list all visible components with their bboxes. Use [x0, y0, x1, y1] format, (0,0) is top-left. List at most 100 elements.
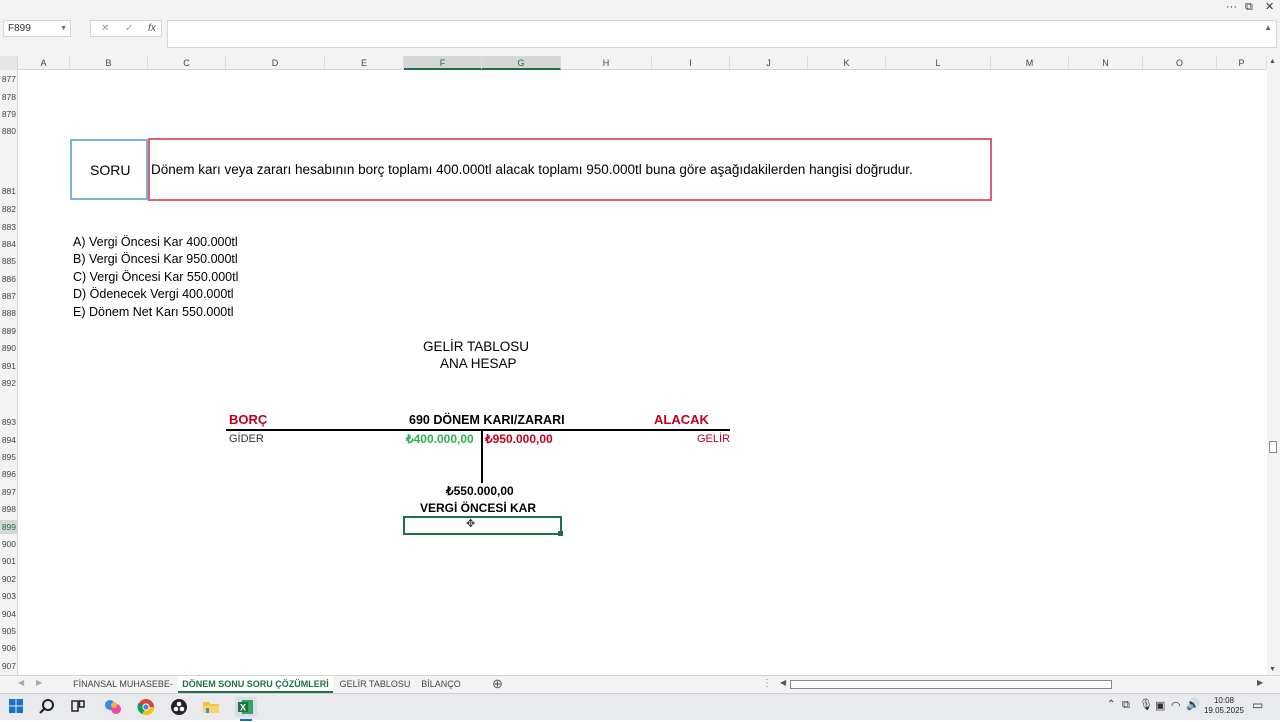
row-header-selected[interactable]: 899: [0, 520, 18, 534]
row-header[interactable]: 898: [0, 504, 18, 514]
collapse-formula-bar-icon[interactable]: ▲: [1264, 23, 1272, 32]
add-sheet-icon[interactable]: ⊕: [492, 676, 503, 692]
vertical-scrollbar[interactable]: ▲ ▼: [1267, 56, 1280, 676]
row-header[interactable]: 885: [0, 256, 18, 266]
row-header[interactable]: 893: [0, 417, 18, 427]
soru-cell[interactable]: SORU: [70, 139, 148, 200]
row-header[interactable]: 877: [0, 74, 18, 84]
row-header[interactable]: 906: [0, 643, 18, 653]
more-options-icon[interactable]: ···: [1226, 0, 1237, 14]
restore-window-icon[interactable]: ⧉: [1245, 0, 1253, 14]
file-explorer-icon[interactable]: [202, 698, 220, 716]
window-title-bar: ··· ⧉ ✕: [0, 0, 1280, 16]
clock[interactable]: 10:08 19.05.2025: [1203, 696, 1245, 716]
close-window-icon[interactable]: ✕: [1265, 0, 1274, 14]
column-header-g[interactable]: G: [482, 56, 561, 70]
scroll-right-icon[interactable]: ▶: [1257, 678, 1263, 687]
row-header[interactable]: 903: [0, 591, 18, 601]
question-cell[interactable]: Dönem karı veya zararı hesabının borç to…: [148, 138, 992, 201]
column-header-l[interactable]: L: [886, 56, 991, 70]
column-header-h[interactable]: H: [561, 56, 652, 70]
copilot-icon[interactable]: [104, 698, 122, 716]
chevron-down-icon[interactable]: ▼: [60, 21, 67, 36]
search-icon[interactable]: [38, 698, 56, 716]
wifi-icon[interactable]: ◠: [1171, 699, 1181, 712]
display-icon[interactable]: ▣: [1155, 699, 1165, 712]
row-header[interactable]: 895: [0, 452, 18, 462]
row-header[interactable]: 881: [0, 186, 18, 196]
row-header[interactable]: 879: [0, 109, 18, 119]
column-headers: A B C D E F G H I J K L M N O P: [0, 56, 1267, 70]
scroll-left-icon[interactable]: ◀: [780, 678, 786, 687]
active-app-indicator: [240, 719, 252, 721]
row-header[interactable]: 890: [0, 343, 18, 353]
formula-input[interactable]: ▲: [167, 20, 1277, 48]
option-e: E) Dönem Net Karı 550.000tl: [73, 305, 234, 319]
cancel-icon[interactable]: ✕: [101, 21, 109, 36]
column-header-f[interactable]: F: [404, 56, 482, 70]
tab-finansal-muhasebe[interactable]: FİNANSAL MUHASEBE-: [68, 676, 178, 693]
select-all-corner[interactable]: [0, 56, 18, 70]
row-header[interactable]: 883: [0, 222, 18, 232]
column-header-p[interactable]: P: [1217, 56, 1267, 70]
row-header[interactable]: 886: [0, 274, 18, 284]
row-header[interactable]: 880: [0, 126, 18, 136]
obs-icon[interactable]: [170, 698, 188, 716]
scroll-down-icon[interactable]: ▼: [1269, 666, 1276, 673]
column-header-k[interactable]: K: [808, 56, 886, 70]
option-d: D) Ödenecek Vergi 400.000tl: [73, 287, 234, 301]
row-header[interactable]: 894: [0, 435, 18, 445]
insert-function-icon[interactable]: fx: [148, 21, 156, 36]
column-header-n[interactable]: N: [1069, 56, 1143, 70]
tab-gelir-tablosu[interactable]: GELİR TABLOSU: [336, 676, 414, 693]
tab-bilanco[interactable]: BİLANÇO: [416, 676, 466, 693]
row-header[interactable]: 896: [0, 469, 18, 479]
notifications-icon[interactable]: ▭: [1252, 698, 1263, 712]
row-header[interactable]: 882: [0, 204, 18, 214]
row-header[interactable]: 878: [0, 92, 18, 102]
column-header-c[interactable]: C: [148, 56, 226, 70]
windows-start-icon[interactable]: [8, 698, 26, 716]
row-header[interactable]: 888: [0, 308, 18, 318]
row-header[interactable]: 901: [0, 556, 18, 566]
volume-icon[interactable]: 🔊: [1186, 698, 1200, 711]
row-header[interactable]: 904: [0, 609, 18, 619]
scrollbar-thumb[interactable]: [1269, 441, 1277, 453]
column-header-m[interactable]: M: [991, 56, 1069, 70]
formula-bar-area: F899 ▼ ✕ ✓ fx ▲: [0, 16, 1280, 56]
scroll-up-icon[interactable]: ▲: [1269, 58, 1276, 65]
column-header-j[interactable]: J: [730, 56, 808, 70]
row-header[interactable]: 907: [0, 661, 18, 671]
network-device-icon[interactable]: ⧉: [1122, 699, 1130, 712]
row-header[interactable]: 905: [0, 626, 18, 636]
row-header[interactable]: 884: [0, 239, 18, 249]
show-hidden-icons-icon[interactable]: ⌃: [1107, 699, 1115, 710]
row-header[interactable]: 889: [0, 326, 18, 336]
column-header-b[interactable]: B: [70, 56, 148, 70]
row-header[interactable]: 892: [0, 378, 18, 388]
microphone-icon[interactable]: 🎙: [1139, 698, 1153, 711]
excel-icon[interactable]: X: [235, 697, 257, 721]
column-header-d[interactable]: D: [226, 56, 325, 70]
column-header-o[interactable]: O: [1143, 56, 1217, 70]
task-view-icon[interactable]: [70, 698, 88, 716]
selected-cell[interactable]: ✥: [403, 516, 563, 536]
tab-splitter-icon[interactable]: ⋮: [762, 678, 772, 689]
column-header-i[interactable]: I: [652, 56, 730, 70]
row-header[interactable]: 897: [0, 487, 18, 497]
column-header-e[interactable]: E: [325, 56, 404, 70]
column-header-a[interactable]: A: [18, 56, 70, 70]
row-header[interactable]: 900: [0, 539, 18, 549]
fill-handle[interactable]: [558, 531, 563, 536]
horizontal-scrollbar[interactable]: ◀ ▶: [780, 678, 1268, 690]
name-box[interactable]: F899 ▼: [3, 20, 71, 37]
row-header[interactable]: 891: [0, 361, 18, 371]
tab-donem-sonu-soru-cozumleri[interactable]: DÖNEM SONU SORU ÇÖZÜMLERİ: [178, 676, 333, 693]
row-header[interactable]: 902: [0, 574, 18, 584]
next-sheet-icon[interactable]: ▶: [36, 678, 42, 687]
horizontal-scrollbar-thumb[interactable]: [790, 680, 1112, 689]
enter-icon[interactable]: ✓: [125, 21, 133, 36]
chrome-icon[interactable]: [137, 698, 155, 716]
row-header[interactable]: 887: [0, 291, 18, 301]
prev-sheet-icon[interactable]: ◀: [18, 678, 24, 687]
